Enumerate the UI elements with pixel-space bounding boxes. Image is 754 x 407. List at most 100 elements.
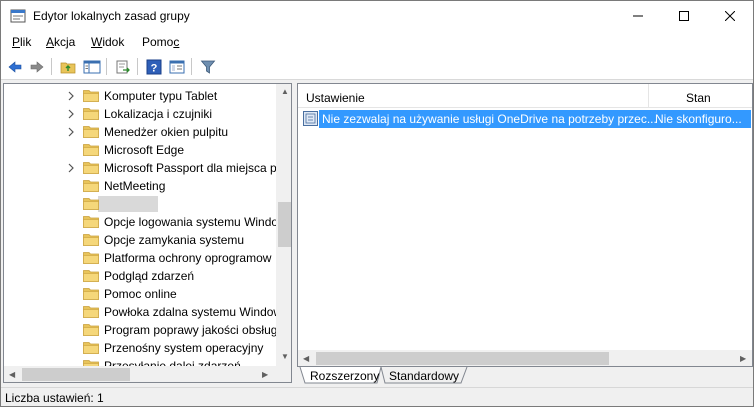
filter-icon [200, 60, 216, 74]
toolbar: ? [1, 53, 753, 80]
chevron-right-icon[interactable] [67, 109, 75, 119]
close-icon [725, 11, 735, 21]
tree-item[interactable]: Program poprawy jakości obsług [4, 321, 279, 339]
folder-icon [83, 342, 99, 354]
tab-extended[interactable]: Rozszerzony [310, 369, 379, 386]
scroll-down-arrow-icon[interactable]: ▼ [281, 353, 289, 361]
folder-icon [83, 198, 99, 210]
tree-item-label: Microsoft Edge [104, 143, 185, 157]
scroll-up-arrow-icon[interactable]: ▲ [281, 88, 289, 96]
minimize-icon [633, 15, 643, 17]
column-header-setting[interactable]: Ustawienie [306, 91, 365, 105]
menu-view[interactable]: Widok [91, 35, 124, 49]
tree-item-label: NetMeeting [104, 179, 166, 193]
view-tabs: Rozszerzony Standardowy [297, 367, 753, 385]
list-item[interactable]: Nie zezwalaj na używanie usługi OneDrive… [301, 110, 751, 128]
scroll-right-arrow-icon[interactable]: ▶ [740, 355, 746, 363]
tree-item-label: Microsoft Passport dla miejsca p [104, 161, 277, 175]
menu-help-label: Pomo [142, 35, 174, 49]
chevron-right-icon[interactable] [67, 163, 75, 173]
console-tree[interactable]: Komputer typu Tablet Lokalizacja i czujni… [3, 83, 292, 383]
list-hscroll-thumb[interactable] [316, 352, 609, 365]
tree-horizontal-scrollbar[interactable]: ◀ ▶ [4, 366, 276, 382]
tree-item-label: Przenośny system operacyjny [104, 341, 264, 355]
toolbar-separator [137, 58, 138, 75]
menu-help[interactable]: Pomoc [142, 35, 179, 49]
extended-view-button[interactable] [167, 57, 187, 77]
back-button[interactable] [5, 57, 25, 77]
tree-item[interactable]: Przenośny system operacyjny [4, 339, 279, 357]
tree-item[interactable]: Opcje zamykania systemu [4, 231, 279, 249]
forward-button[interactable] [27, 57, 47, 77]
list-header: Ustawienie Stan [298, 84, 752, 108]
menu-file[interactable]: Plik [12, 35, 31, 49]
help-button[interactable]: ? [144, 57, 164, 77]
status-bar: Liczba ustawień: 1 [1, 387, 753, 406]
chevron-right-icon[interactable] [67, 91, 75, 101]
filter-button[interactable] [198, 57, 218, 77]
tree-item-label: Opcje zamykania systemu [104, 233, 245, 247]
tree-item[interactable]: Powłoka zdalna systemu Window [4, 303, 282, 321]
console-tree-icon [83, 60, 101, 74]
tree-hscroll-thumb[interactable] [22, 368, 130, 381]
column-divider[interactable] [648, 84, 649, 108]
menu-action[interactable]: Akcja [46, 35, 75, 49]
setting-name: Nie zezwalaj na używanie usługi OneDrive… [322, 112, 657, 126]
tree-item-label: Program poprawy jakości obsług [104, 323, 278, 337]
tree-item[interactable]: NetMeeting [4, 177, 279, 195]
maximize-button[interactable] [661, 1, 707, 31]
menu-help-accel: c [173, 35, 180, 49]
help-icon: ? [146, 59, 162, 75]
folder-icon [83, 180, 99, 192]
menu-view-accel: W [91, 35, 103, 49]
folder-icon [83, 324, 99, 336]
menu-file-label: lik [20, 35, 32, 49]
close-button[interactable] [707, 1, 753, 31]
tree-item-label: Pomoc online [104, 287, 177, 301]
tree-item-label: Komputer typu Tablet [104, 89, 218, 103]
scroll-corner [276, 366, 291, 382]
scroll-right-arrow-icon[interactable]: ▶ [262, 371, 268, 379]
gpedit-app-icon [10, 9, 26, 23]
menu-action-label: kcja [54, 35, 76, 49]
window-title: Edytor lokalnych zasad grupy [33, 9, 190, 23]
tree-item[interactable]: Microsoft Passport dla miejsca p [4, 159, 279, 177]
tree-item[interactable]: Lokalizacja i czujniki [4, 105, 279, 123]
export-list-button[interactable] [113, 57, 133, 77]
show-hide-tree-button[interactable] [82, 57, 102, 77]
folder-icon [83, 144, 99, 156]
up-one-level-button[interactable] [58, 57, 78, 77]
tree-item[interactable]: Opcje logowania systemu Windo [4, 213, 279, 231]
settings-list[interactable]: Ustawienie Stan Nie zezwalaj na używanie… [297, 83, 753, 367]
tree-item[interactable]: Pomoc online [4, 285, 279, 303]
folder-icon [83, 126, 99, 138]
scroll-left-arrow-icon[interactable]: ◀ [9, 371, 15, 379]
toolbar-separator [191, 58, 192, 75]
list-horizontal-scrollbar[interactable]: ◀ ▶ [298, 350, 752, 366]
maximize-icon [679, 11, 689, 21]
column-header-state[interactable]: Stan [686, 91, 711, 105]
tab-standard[interactable]: Standardowy [389, 369, 459, 386]
chevron-right-icon[interactable] [67, 127, 75, 137]
scroll-left-arrow-icon[interactable]: ◀ [303, 355, 309, 363]
export-list-icon [116, 60, 130, 74]
menu-action-accel: A [46, 35, 55, 49]
title-bar[interactable]: Edytor lokalnych zasad grupy [1, 1, 753, 31]
minimize-button[interactable] [615, 1, 661, 31]
tree-item[interactable]: Menedżer okien pulpitu [4, 123, 279, 141]
folder-icon [83, 108, 99, 120]
tree-item[interactable]: Komputer typu Tablet [4, 87, 279, 105]
gpedit-window: Edytor lokalnych zasad grupy Plik Akcja … [0, 0, 754, 407]
tree-item[interactable]: Podgląd zdarzeń [4, 267, 279, 285]
folder-icon [83, 306, 99, 318]
tree-vertical-scrollbar[interactable]: ▲ ▼ [276, 84, 291, 366]
folder-up-icon [60, 62, 76, 74]
tree-item[interactable]: Platforma ochrony oprogramow [4, 249, 279, 267]
tree-item-label: Platforma ochrony oprogramow [104, 251, 272, 265]
properties-icon [169, 60, 185, 74]
tree-item[interactable]: Microsoft Edge [4, 141, 279, 159]
policy-setting-icon [303, 111, 318, 126]
tree-item[interactable] [4, 195, 279, 213]
folder-icon [83, 288, 99, 300]
tree-vscroll-thumb[interactable] [278, 202, 291, 247]
